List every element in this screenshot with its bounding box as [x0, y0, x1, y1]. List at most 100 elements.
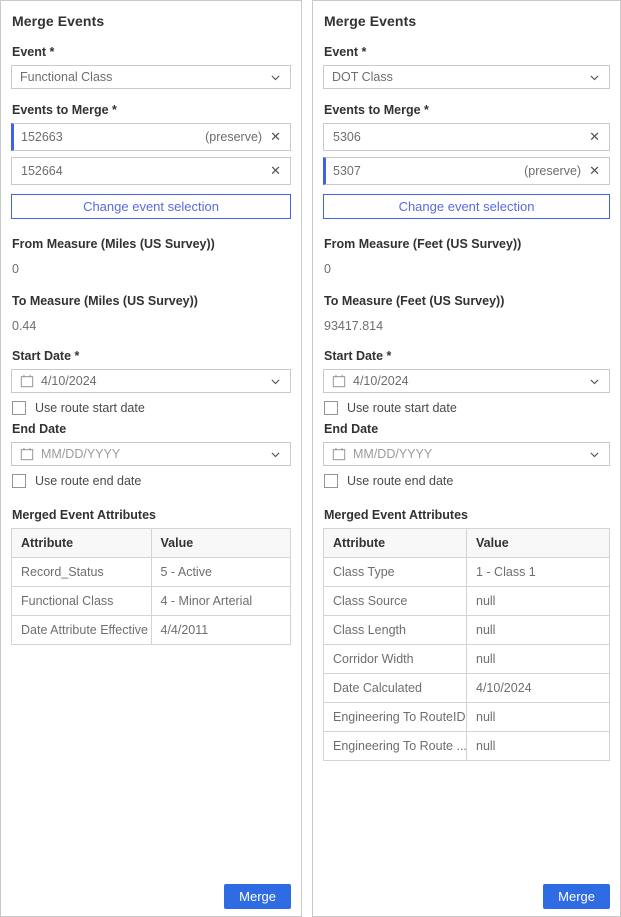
- event-to-merge-item: 5306 ✕: [323, 123, 610, 151]
- use-route-start-date-row: Use route start date: [12, 401, 291, 415]
- merged-attributes-label: Merged Event Attributes: [12, 508, 291, 522]
- event-label: Event *: [12, 45, 291, 59]
- attribute-cell: Class Length: [324, 616, 467, 645]
- from-measure-label: From Measure (Feet (US Survey)): [324, 237, 610, 251]
- attribute-cell: Record_Status: [12, 558, 152, 587]
- to-measure-label: To Measure (Feet (US Survey)): [324, 294, 610, 308]
- from-measure-label: From Measure (Miles (US Survey)): [12, 237, 291, 251]
- table-row: Class Length null: [324, 616, 610, 645]
- event-select[interactable]: DOT Class: [323, 65, 610, 89]
- merged-attributes-table: Attribute Value Class Type 1 - Class 1 C…: [323, 528, 610, 761]
- attribute-cell: Date Calculated: [324, 674, 467, 703]
- panel-title: Merge Events: [324, 13, 610, 29]
- chevron-down-icon: [269, 448, 282, 461]
- start-date-picker[interactable]: 4/10/2024: [323, 369, 610, 393]
- merge-events-panel-left: Merge Events Event * Functional Class Ev…: [0, 0, 302, 917]
- calendar-icon: [332, 447, 346, 461]
- attribute-cell: Engineering To RouteID: [324, 703, 467, 732]
- events-to-merge-label: Events to Merge *: [324, 103, 610, 117]
- attribute-cell: Corridor Width: [324, 645, 467, 674]
- start-date-label: Start Date *: [12, 349, 291, 363]
- chevron-down-icon: [269, 375, 282, 388]
- table-header-row: Attribute Value: [324, 529, 610, 558]
- value-cell: 4/10/2024: [467, 674, 610, 703]
- start-date-value: 4/10/2024: [41, 374, 269, 388]
- close-icon[interactable]: ✕: [589, 131, 600, 144]
- use-route-start-date-checkbox[interactable]: [324, 401, 338, 415]
- attribute-cell: Date Attribute Effective: [12, 616, 152, 645]
- event-id: 152663: [21, 130, 205, 144]
- chevron-down-icon: [269, 71, 282, 84]
- event-to-merge-item: 152664 ✕: [11, 157, 291, 185]
- close-icon[interactable]: ✕: [270, 165, 281, 178]
- use-route-end-date-checkbox[interactable]: [12, 474, 26, 488]
- end-date-label: End Date: [324, 422, 610, 436]
- value-cell: 4/4/2011: [151, 616, 291, 645]
- table-row: Class Source null: [324, 587, 610, 616]
- merge-events-workspace: Merge Events Event * Functional Class Ev…: [0, 0, 621, 917]
- value-cell: 1 - Class 1: [467, 558, 610, 587]
- calendar-icon: [20, 447, 34, 461]
- chevron-down-icon: [588, 448, 601, 461]
- table-row: Date Calculated 4/10/2024: [324, 674, 610, 703]
- calendar-icon: [332, 374, 346, 388]
- preserve-label: (preserve): [205, 130, 262, 144]
- use-route-end-date-checkbox[interactable]: [324, 474, 338, 488]
- merged-attributes-table: Attribute Value Record_Status 5 - Active…: [11, 528, 291, 645]
- end-date-picker[interactable]: MM/DD/YYYY: [323, 442, 610, 466]
- table-row: Engineering To RouteID null: [324, 703, 610, 732]
- change-event-selection-button[interactable]: Change event selection: [11, 194, 291, 219]
- event-to-merge-item: 152663 (preserve) ✕: [11, 123, 291, 151]
- preserve-label: (preserve): [524, 164, 581, 178]
- to-measure-value: 0.44: [12, 319, 291, 333]
- value-cell: 5 - Active: [151, 558, 291, 587]
- end-date-placeholder: MM/DD/YYYY: [41, 447, 269, 461]
- chevron-down-icon: [588, 71, 601, 84]
- attribute-column-header: Attribute: [12, 529, 152, 558]
- table-row: Functional Class 4 - Minor Arterial: [12, 587, 291, 616]
- use-route-end-date-row: Use route end date: [12, 474, 291, 488]
- table-header-row: Attribute Value: [12, 529, 291, 558]
- event-select-value: DOT Class: [332, 70, 588, 84]
- event-select[interactable]: Functional Class: [11, 65, 291, 89]
- to-measure-label: To Measure (Miles (US Survey)): [12, 294, 291, 308]
- event-select-value: Functional Class: [20, 70, 269, 84]
- value-cell: null: [467, 732, 610, 761]
- start-date-picker[interactable]: 4/10/2024: [11, 369, 291, 393]
- to-measure-value: 93417.814: [324, 319, 610, 333]
- value-cell: null: [467, 703, 610, 732]
- change-event-selection-button[interactable]: Change event selection: [323, 194, 610, 219]
- value-cell: 4 - Minor Arterial: [151, 587, 291, 616]
- from-measure-value: 0: [12, 262, 291, 276]
- merge-button[interactable]: Merge: [543, 884, 610, 909]
- merge-events-panel-right: Merge Events Event * DOT Class Events to…: [312, 0, 621, 917]
- chevron-down-icon: [588, 375, 601, 388]
- calendar-icon: [20, 374, 34, 388]
- value-cell: null: [467, 616, 610, 645]
- merged-attributes-label: Merged Event Attributes: [324, 508, 610, 522]
- event-label: Event *: [324, 45, 610, 59]
- close-icon[interactable]: ✕: [589, 165, 600, 178]
- table-row: Record_Status 5 - Active: [12, 558, 291, 587]
- start-date-value: 4/10/2024: [353, 374, 588, 388]
- attribute-cell: Functional Class: [12, 587, 152, 616]
- value-cell: null: [467, 587, 610, 616]
- use-route-end-date-label: Use route end date: [347, 474, 453, 488]
- table-row: Class Type 1 - Class 1: [324, 558, 610, 587]
- events-to-merge-label: Events to Merge *: [12, 103, 291, 117]
- event-id: 152664: [21, 164, 270, 178]
- attribute-column-header: Attribute: [324, 529, 467, 558]
- value-column-header: Value: [151, 529, 291, 558]
- merge-button[interactable]: Merge: [224, 884, 291, 909]
- end-date-label: End Date: [12, 422, 291, 436]
- end-date-placeholder: MM/DD/YYYY: [353, 447, 588, 461]
- end-date-picker[interactable]: MM/DD/YYYY: [11, 442, 291, 466]
- table-row: Corridor Width null: [324, 645, 610, 674]
- use-route-start-date-row: Use route start date: [324, 401, 610, 415]
- table-row: Date Attribute Effective 4/4/2011: [12, 616, 291, 645]
- close-icon[interactable]: ✕: [270, 131, 281, 144]
- start-date-label: Start Date *: [324, 349, 610, 363]
- use-route-start-date-label: Use route start date: [347, 401, 457, 415]
- use-route-start-date-checkbox[interactable]: [12, 401, 26, 415]
- attribute-cell: Class Source: [324, 587, 467, 616]
